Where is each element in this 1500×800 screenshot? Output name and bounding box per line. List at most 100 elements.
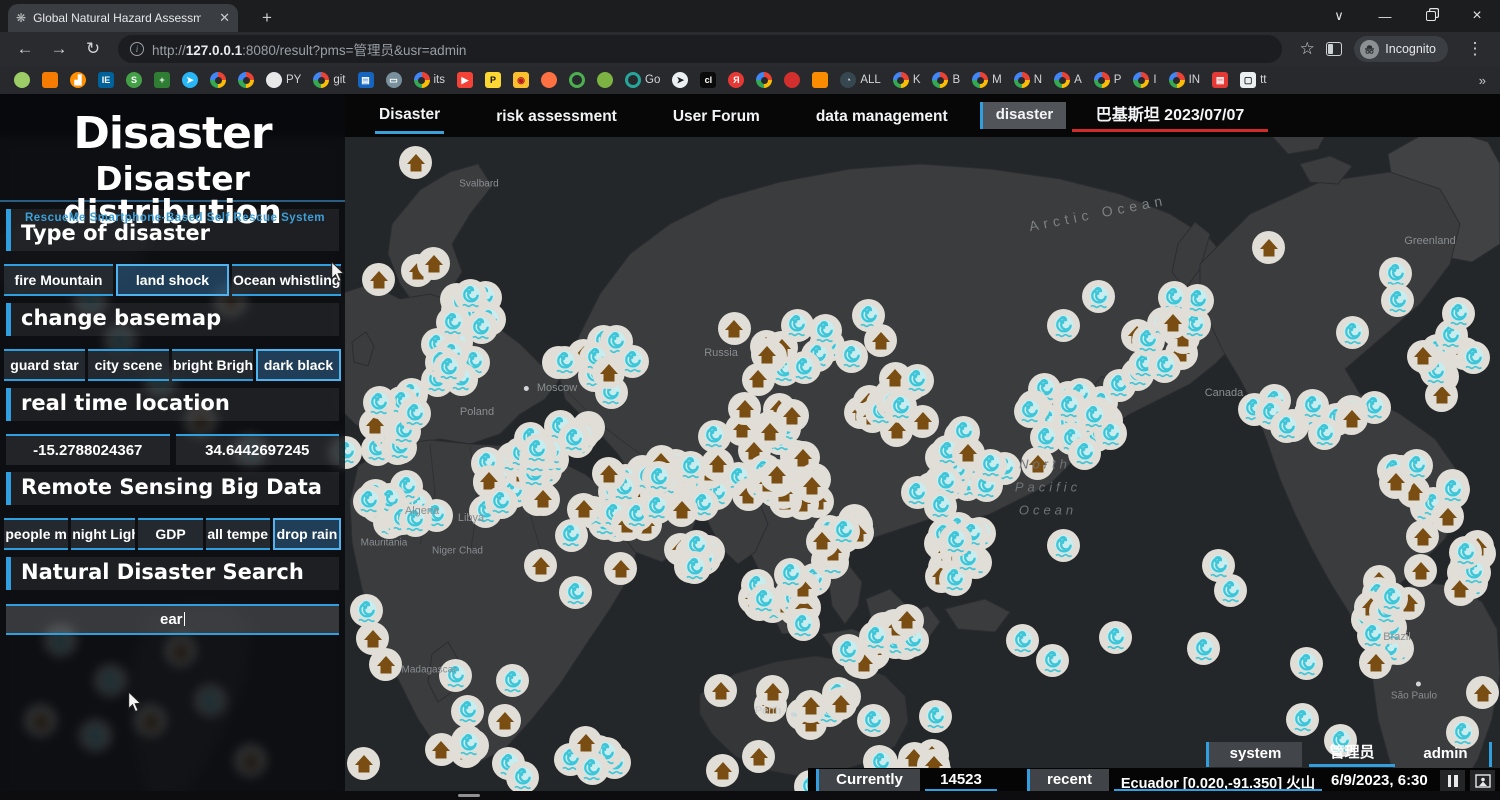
type-button-land-shock[interactable]: land shock xyxy=(116,264,229,296)
map-marker-wave[interactable] xyxy=(809,314,842,347)
bookmark-item[interactable] xyxy=(756,72,772,88)
map-marker-wave[interactable] xyxy=(939,524,972,557)
bookmark-item[interactable] xyxy=(238,72,254,88)
basemap-button-dark-black[interactable]: dark black xyxy=(256,349,341,381)
map-marker-wave[interactable] xyxy=(1047,529,1080,562)
map-marker-wave[interactable] xyxy=(788,351,821,384)
map-marker-wave[interactable] xyxy=(399,504,432,537)
layer-button-gdp[interactable]: GDP xyxy=(138,518,202,550)
bookmark-item[interactable]: S xyxy=(126,72,142,88)
window-restore-button[interactable] xyxy=(1408,0,1454,32)
map-marker-wave[interactable] xyxy=(433,352,466,385)
nav-tab-user-forum[interactable]: User Forum xyxy=(669,99,764,133)
horizontal-scrollbar[interactable] xyxy=(0,791,1500,800)
map-marker-wave[interactable] xyxy=(698,420,731,453)
browser-tab[interactable]: ❋ Global Natural Hazard Assessme ✕ xyxy=(8,4,238,32)
bookmark-item[interactable] xyxy=(784,72,800,88)
window-close-button[interactable]: × xyxy=(1454,0,1500,32)
map-marker-wave[interactable] xyxy=(1006,624,1039,657)
bookmark-item[interactable]: cl xyxy=(700,72,716,88)
map-marker-wave[interactable] xyxy=(974,449,1007,482)
map-marker-wave[interactable] xyxy=(1053,389,1086,422)
bookmark-item[interactable] xyxy=(597,72,613,88)
window-minimize-button[interactable]: — xyxy=(1362,0,1408,32)
map-marker-wave[interactable] xyxy=(453,728,486,761)
bookmark-item[interactable]: ➤ xyxy=(672,72,688,88)
page-info-icon[interactable]: i xyxy=(130,42,144,56)
layer-button-people-m[interactable]: people m xyxy=(4,518,68,550)
map-marker-house[interactable] xyxy=(1252,231,1285,264)
bookmark-item[interactable]: its xyxy=(414,72,446,88)
map-marker-house[interactable] xyxy=(604,552,637,585)
incognito-badge[interactable]: Incognito xyxy=(1354,36,1448,62)
window-chevron-icon[interactable]: ∨ xyxy=(1316,0,1362,32)
map-marker-house[interactable] xyxy=(665,494,698,527)
bookmark-item[interactable] xyxy=(210,72,226,88)
bookmark-item[interactable]: ◉ xyxy=(513,72,529,88)
bookmark-item[interactable]: git xyxy=(313,72,345,88)
bookmark-item[interactable]: ▶ xyxy=(457,72,473,88)
side-panel-icon[interactable] xyxy=(1326,42,1342,56)
bookmark-item[interactable]: ▟ xyxy=(70,72,86,88)
map-marker-wave[interactable] xyxy=(1286,703,1319,736)
map-marker-house[interactable] xyxy=(1021,447,1054,480)
scrollbar-thumb[interactable] xyxy=(458,794,480,797)
map-marker-house[interactable] xyxy=(795,470,828,503)
map-marker-wave[interactable] xyxy=(363,386,396,419)
admin-button[interactable]: admin xyxy=(1402,742,1492,767)
map-marker-wave[interactable] xyxy=(496,664,529,697)
screenshot-button[interactable] xyxy=(1470,770,1495,791)
map-marker-wave[interactable] xyxy=(859,621,892,654)
bookmark-item[interactable]: ▢tt xyxy=(1240,72,1266,88)
reload-icon[interactable]: ↻ xyxy=(78,39,108,59)
bookmark-item[interactable]: B xyxy=(932,72,960,88)
map-marker-house[interactable] xyxy=(1404,554,1437,587)
bookmark-item[interactable]: IE xyxy=(98,72,114,88)
map-marker-wave[interactable] xyxy=(1375,582,1408,615)
map-marker-wave[interactable] xyxy=(774,558,807,591)
map-marker-house[interactable] xyxy=(1406,520,1439,553)
map-marker-wave[interactable] xyxy=(558,422,591,455)
nav-tab-risk-assessment[interactable]: risk assessment xyxy=(492,99,621,133)
map-marker-house[interactable] xyxy=(760,459,793,492)
map-marker-wave[interactable] xyxy=(1449,536,1482,569)
map-marker-wave[interactable] xyxy=(1308,417,1341,450)
event-label[interactable]: 巴基斯坦 2023/07/07 xyxy=(1072,101,1268,132)
map-marker-wave[interactable] xyxy=(748,584,781,617)
bookmark-item[interactable]: PY xyxy=(266,72,301,88)
basemap-button-bright-brigh[interactable]: bright Brigh xyxy=(172,349,253,381)
map-marker-house[interactable] xyxy=(864,324,897,357)
map-marker-wave[interactable] xyxy=(451,695,484,728)
map-marker-house[interactable] xyxy=(488,704,521,737)
bookmark-item[interactable]: P xyxy=(1094,72,1122,88)
disaster-search-input[interactable]: ear xyxy=(6,604,339,635)
bookmark-item[interactable]: M xyxy=(972,72,1002,88)
map-marker-wave[interactable] xyxy=(919,700,952,733)
bookmark-item[interactable]: A xyxy=(1054,72,1082,88)
new-tab-button[interactable]: + xyxy=(255,6,279,30)
bookmark-item[interactable]: Go xyxy=(625,72,660,88)
map-marker-wave[interactable] xyxy=(787,608,820,641)
nav-tab-data-management[interactable]: data management xyxy=(812,99,952,133)
basemap-button-guard-star[interactable]: guard star xyxy=(4,349,85,381)
map-marker-wave[interactable] xyxy=(678,551,711,584)
map-marker-house[interactable] xyxy=(369,648,402,681)
map-marker-wave[interactable] xyxy=(1290,647,1323,680)
map-marker-wave[interactable] xyxy=(901,364,934,397)
map-marker-wave[interactable] xyxy=(1381,284,1414,317)
map-marker-house[interactable] xyxy=(347,747,380,780)
bookmark-item[interactable]: + xyxy=(154,72,170,88)
system-button[interactable]: system xyxy=(1206,742,1302,767)
map-marker-house[interactable] xyxy=(824,687,857,720)
bookmark-item[interactable] xyxy=(42,72,58,88)
map-marker-wave[interactable] xyxy=(1068,437,1101,470)
type-button-fire-mountain[interactable]: fire Mountain xyxy=(4,264,113,296)
map-marker-wave[interactable] xyxy=(1442,297,1475,330)
map-marker-wave[interactable] xyxy=(1187,632,1220,665)
map-marker-wave[interactable] xyxy=(1202,549,1235,582)
bookmark-item[interactable]: ▤ xyxy=(358,72,374,88)
recent-button[interactable]: recent xyxy=(1027,769,1109,792)
map-marker-wave[interactable] xyxy=(559,576,592,609)
basemap-button-city-scene[interactable]: city scene xyxy=(88,349,169,381)
map-marker-house[interactable] xyxy=(524,549,557,582)
